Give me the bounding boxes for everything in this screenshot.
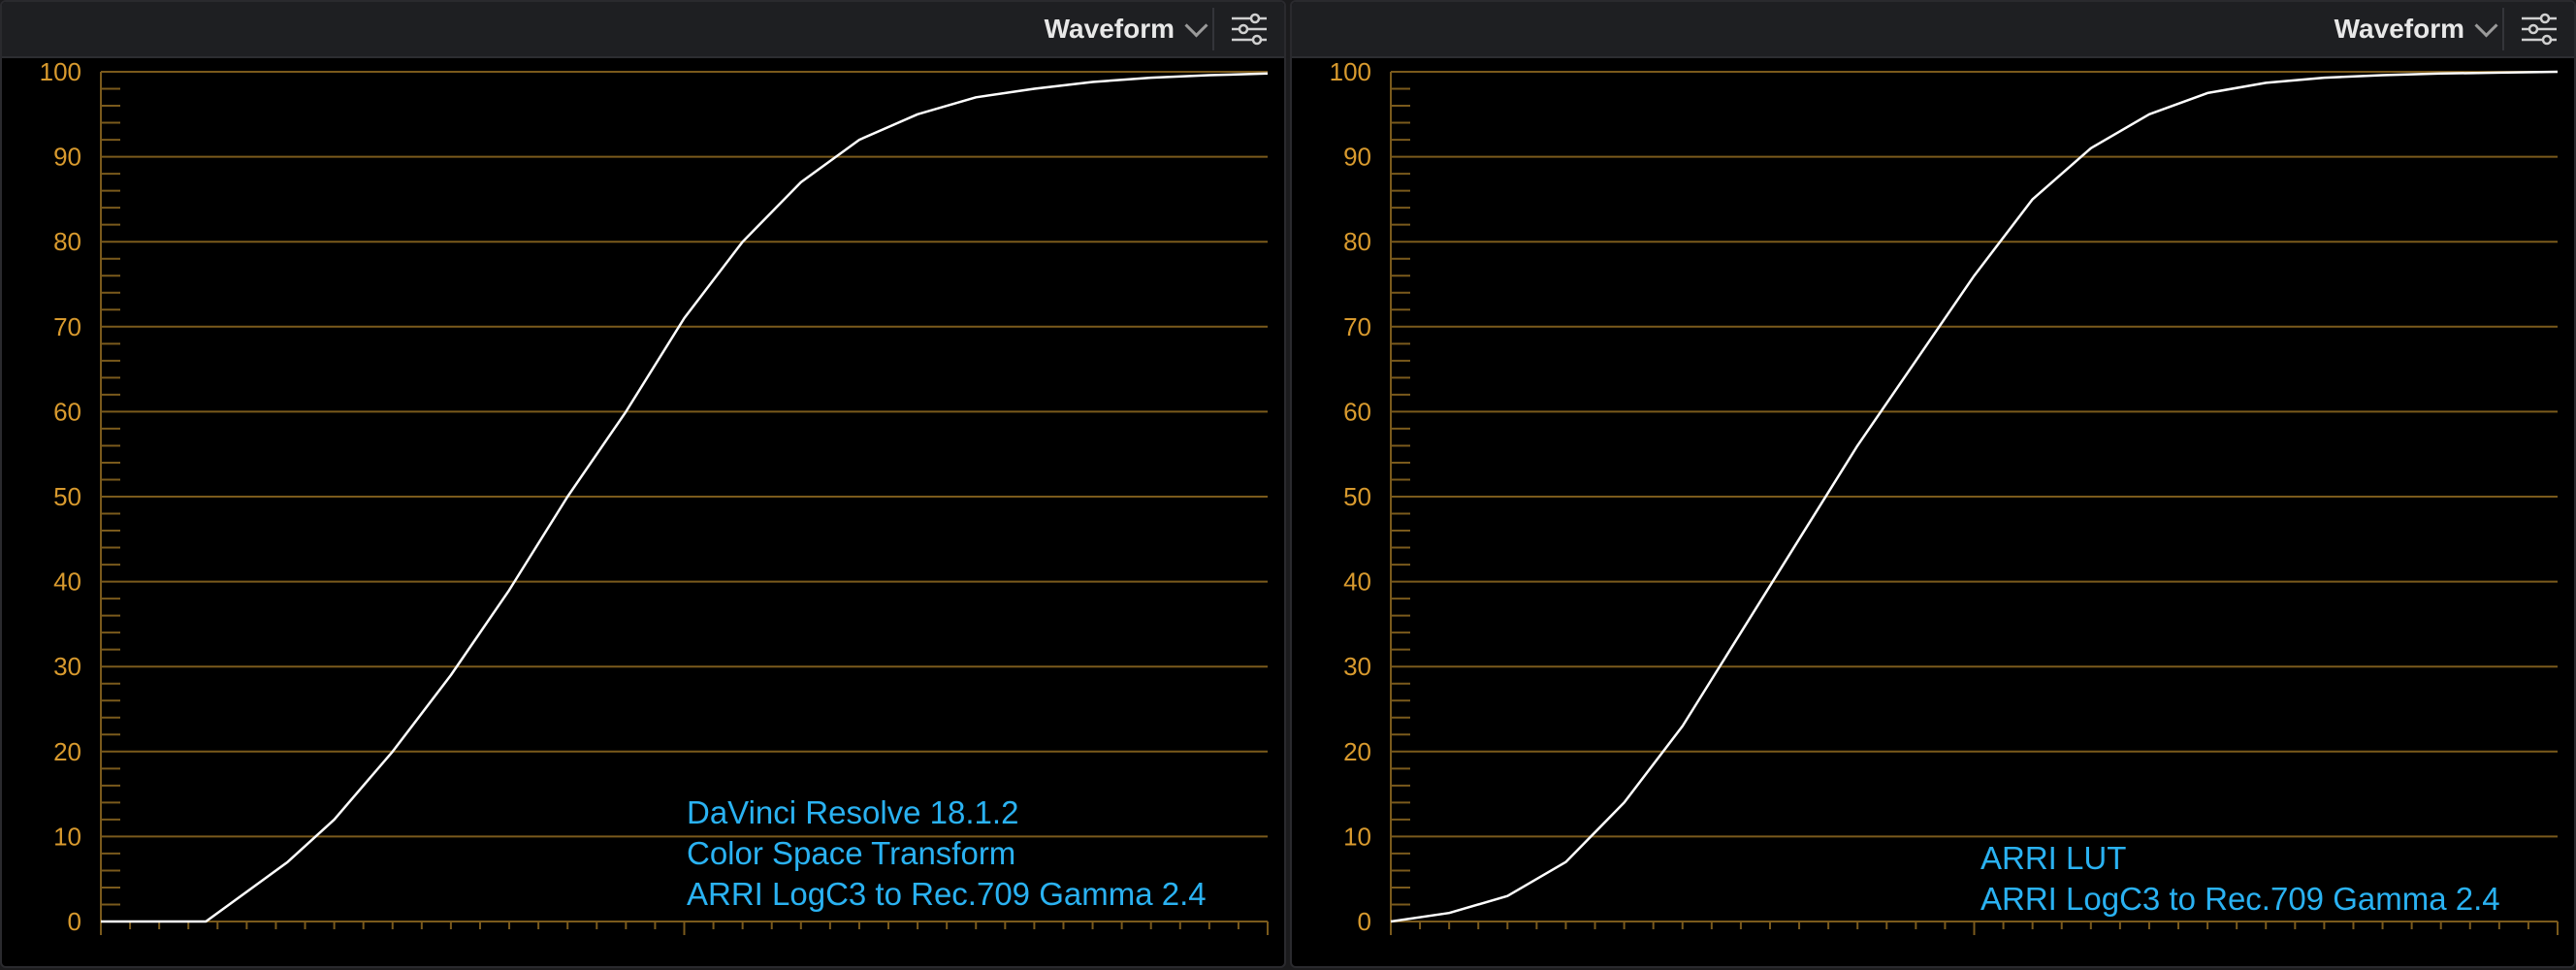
- scope-settings-button[interactable]: [2516, 10, 2562, 48]
- y-tick-label: 40: [53, 567, 81, 597]
- waveform-panel-right: Waveform 0 10 20 30 40 50 60 70 80 90 10…: [1290, 0, 2576, 968]
- sliders-icon: [1232, 13, 1267, 46]
- header-divider: [2502, 8, 2504, 50]
- y-tick-label: 60: [1343, 397, 1371, 426]
- annotation-line-2: Color Space Transform: [687, 835, 1015, 871]
- y-tick-label: 100: [1330, 58, 1371, 86]
- y-tick-label: 20: [1343, 737, 1371, 766]
- y-tick-label: 40: [1343, 567, 1371, 597]
- y-axis-labels: 0 10 20 30 40 50 60 70 80 90 100: [1330, 58, 1371, 936]
- sliders-icon: [2522, 13, 2557, 46]
- y-tick-label: 70: [1343, 312, 1371, 341]
- waveform-plot: 0 10 20 30 40 50 60 70 80 90 100 DaVinci Resolve 1…: [40, 58, 1269, 936]
- annotation-line-2: ARRI LogC3 to Rec.709 Gamma 2.4: [1980, 881, 2500, 917]
- y-tick-label: 80: [1343, 227, 1371, 256]
- y-tick-label: 0: [1358, 907, 1371, 936]
- y-tick-label: 100: [40, 58, 81, 86]
- y-tick-label: 20: [53, 737, 81, 766]
- waveform-plot: 0 10 20 30 40 50 60 70 80 90 100 ARRI LUT ARRI Log…: [1330, 58, 2559, 936]
- annotation: ARRI LUT ARRI LogC3 to Rec.709 Gamma 2.4: [1980, 840, 2500, 917]
- y-tick-label: 60: [53, 397, 81, 426]
- scope-type-label: Waveform: [1044, 14, 1175, 44]
- scope-settings-button[interactable]: [1226, 10, 1272, 48]
- annotation-line-1: DaVinci Resolve 18.1.2: [687, 794, 1018, 830]
- y-tick-label: 30: [1343, 652, 1371, 681]
- graticule: [100, 71, 1269, 935]
- y-tick-label: 90: [53, 143, 81, 172]
- scope-type-dropdown[interactable]: Waveform: [1044, 10, 1208, 48]
- annotation: DaVinci Resolve 18.1.2 Color Space Trans…: [687, 794, 1207, 912]
- y-tick-label: 30: [53, 652, 81, 681]
- chevron-down-icon: [2474, 13, 2498, 38]
- panel-header: Waveform: [2, 2, 1284, 58]
- y-tick-label: 50: [53, 482, 81, 511]
- annotation-line-1: ARRI LUT: [1980, 840, 2126, 876]
- y-tick-label: 10: [1343, 822, 1371, 851]
- y-axis-labels: 0 10 20 30 40 50 60 70 80 90 100: [40, 58, 81, 936]
- scope-type-label: Waveform: [2334, 14, 2464, 44]
- chevron-down-icon: [1184, 13, 1208, 38]
- waveform-panel-left: Waveform 0 10 20 30 40 50 60 70 80 90 10…: [0, 0, 1286, 968]
- scopes-window: Waveform 0 10 20 30 40 50 60 70 80 90 10…: [0, 0, 2576, 970]
- y-tick-label: 90: [1343, 143, 1371, 172]
- y-tick-label: 80: [53, 227, 81, 256]
- y-tick-label: 10: [53, 822, 81, 851]
- scope-type-dropdown[interactable]: Waveform: [2334, 10, 2498, 48]
- header-divider: [1212, 8, 1214, 50]
- y-tick-label: 0: [68, 907, 81, 936]
- panel-header: Waveform: [1292, 2, 2574, 58]
- graticule: [1390, 71, 2559, 935]
- annotation-line-3: ARRI LogC3 to Rec.709 Gamma 2.4: [687, 876, 1207, 912]
- y-tick-label: 50: [1343, 482, 1371, 511]
- y-tick-label: 70: [53, 312, 81, 341]
